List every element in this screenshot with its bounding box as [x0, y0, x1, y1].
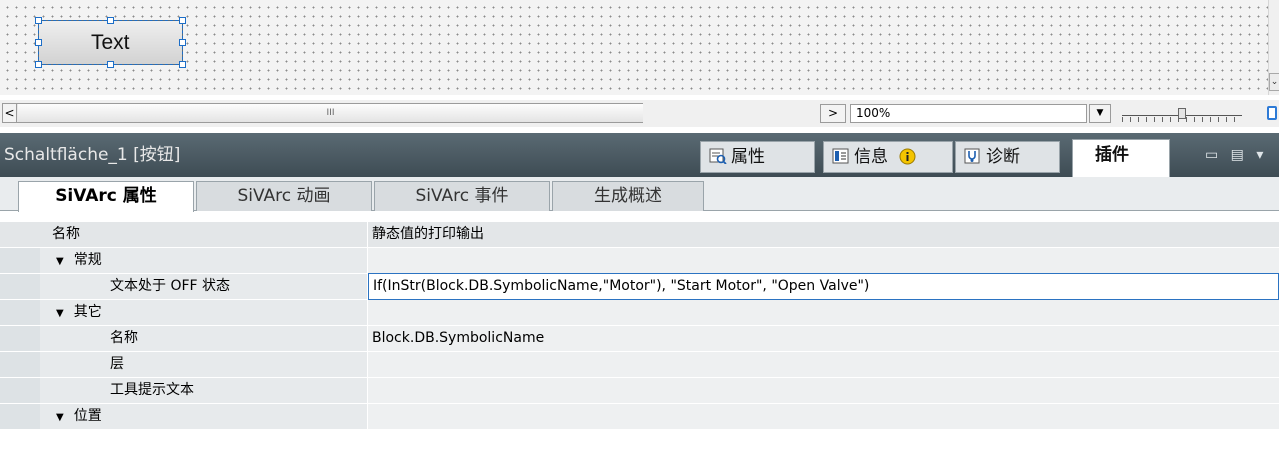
property-grid: 名称 静态值的打印输出 ▼ 常规 文本处于 OFF 状态 If(InStr(Blo…	[0, 222, 1279, 463]
property-name-layer: 层	[40, 352, 367, 377]
tab-properties-label: 属性	[731, 147, 765, 167]
window-controls[interactable]: ▭ ▤ ▾	[1205, 147, 1267, 163]
column-header-value[interactable]: 静态值的打印输出	[368, 222, 1279, 247]
info-list-icon	[832, 148, 849, 164]
group-row-position[interactable]: ▼ 位置	[0, 404, 1279, 430]
row-gutter	[0, 222, 40, 247]
property-name-tooltip: 工具提示文本	[40, 378, 367, 403]
inspector-titlebar: Schaltfläche_1 [按钮] 属性 信息 诊断 插件 ▭ ▤ ▾	[0, 133, 1279, 177]
resize-handle-left[interactable]	[35, 39, 42, 46]
tab-diagnostics-label: 诊断	[986, 147, 1020, 167]
resize-handle-top[interactable]	[107, 17, 114, 24]
tab-plugins[interactable]: 插件	[1072, 139, 1170, 177]
group-other-label: 其它	[73, 304, 102, 320]
subtab-generation-overview[interactable]: 生成概述	[552, 181, 704, 211]
row-gutter	[0, 326, 40, 351]
scroll-thumb[interactable]: III	[18, 104, 643, 122]
property-row-name[interactable]: 名称 Block.DB.SymbolicName	[0, 326, 1279, 352]
grid-header: 名称 静态值的打印输出	[0, 222, 1279, 248]
group-row-other[interactable]: ▼ 其它	[0, 300, 1279, 326]
tab-info-label: 信息	[854, 147, 888, 167]
tab-plugins-label: 插件	[1095, 145, 1129, 165]
property-value-tooltip[interactable]	[368, 378, 1279, 403]
group-position-value	[368, 404, 1279, 429]
zoom-input[interactable]: 100%	[850, 104, 1087, 123]
row-gutter	[0, 404, 40, 429]
group-position-name[interactable]: ▼ 位置	[40, 404, 367, 429]
screen-canvas[interactable]: Text	[0, 0, 1268, 95]
tab-diagnostics[interactable]: 诊断	[955, 141, 1060, 173]
column-header-name[interactable]: 名称	[40, 222, 367, 247]
property-value-text-off[interactable]: If(InStr(Block.DB.SymbolicName,"Motor"),…	[368, 273, 1279, 300]
zoom-slider[interactable]	[1122, 107, 1242, 123]
vertical-scrollbar[interactable]: ⌄	[1268, 0, 1279, 95]
group-other-value	[368, 300, 1279, 325]
diagnostics-icon	[964, 148, 980, 164]
group-position-label: 位置	[73, 408, 102, 424]
subtab-sivarc-properties[interactable]: SiVArc 属性	[18, 181, 194, 212]
resize-handle-br[interactable]	[179, 61, 186, 68]
expand-triangle-icon[interactable]: ▼	[56, 308, 64, 319]
zoom-slider-knob[interactable]	[1178, 108, 1186, 119]
group-general-label: 常规	[73, 252, 102, 268]
inspector-title: Schaltfläche_1 [按钮]	[4, 145, 181, 165]
resize-handle-tr[interactable]	[179, 17, 186, 24]
horizontal-scrollbar[interactable]: < III	[2, 103, 643, 123]
expand-triangle-icon[interactable]: ▼	[56, 412, 64, 423]
info-icon	[899, 148, 916, 165]
expand-triangle-icon[interactable]: ▼	[56, 256, 64, 267]
group-general-name[interactable]: ▼ 常规	[40, 248, 367, 273]
property-value-name[interactable]: Block.DB.SymbolicName	[368, 326, 1279, 351]
row-gutter	[0, 274, 40, 299]
property-name-text-off: 文本处于 OFF 状态	[40, 274, 367, 299]
property-row-text-off[interactable]: 文本处于 OFF 状态 If(InStr(Block.DB.SymbolicNa…	[0, 273, 1279, 300]
tab-properties[interactable]: 属性	[700, 141, 815, 173]
property-row-layer[interactable]: 层	[0, 352, 1279, 378]
subtab-sivarc-events[interactable]: SiVArc 事件	[374, 181, 550, 211]
properties-icon	[709, 148, 727, 164]
tab-info[interactable]: 信息	[823, 141, 953, 173]
scroll-down-arrow-icon[interactable]: ⌄	[1269, 73, 1279, 91]
plugin-subtabs: SiVArc 属性 SiVArc 动画 SiVArc 事件 生成概述	[0, 177, 1279, 212]
subtab-sivarc-animations[interactable]: SiVArc 动画	[196, 181, 372, 211]
row-gutter	[0, 248, 40, 273]
property-value-layer[interactable]	[368, 352, 1279, 377]
panel-icon[interactable]	[1267, 106, 1277, 120]
zoom-next-arrow-icon[interactable]: >	[820, 104, 846, 123]
row-gutter	[0, 378, 40, 403]
zoom-dropdown-icon[interactable]: ▼	[1089, 104, 1111, 123]
group-row-general[interactable]: ▼ 常规	[0, 248, 1279, 274]
resize-handle-bl[interactable]	[35, 61, 42, 68]
resize-handle-right[interactable]	[179, 39, 186, 46]
resize-handle-bottom[interactable]	[107, 61, 114, 68]
canvas-footer-bar: < III > 100% ▼	[0, 100, 1279, 127]
text-button-widget[interactable]: Text	[38, 20, 183, 65]
property-name-name: 名称	[40, 326, 367, 351]
widget-text: Text	[91, 31, 130, 54]
resize-handle-tl[interactable]	[35, 17, 42, 24]
group-general-value	[368, 248, 1279, 273]
property-row-tooltip[interactable]: 工具提示文本	[0, 378, 1279, 404]
row-gutter	[0, 300, 40, 325]
row-gutter	[0, 352, 40, 377]
group-other-name[interactable]: ▼ 其它	[40, 300, 367, 325]
scroll-left-arrow-icon[interactable]: <	[3, 104, 17, 122]
